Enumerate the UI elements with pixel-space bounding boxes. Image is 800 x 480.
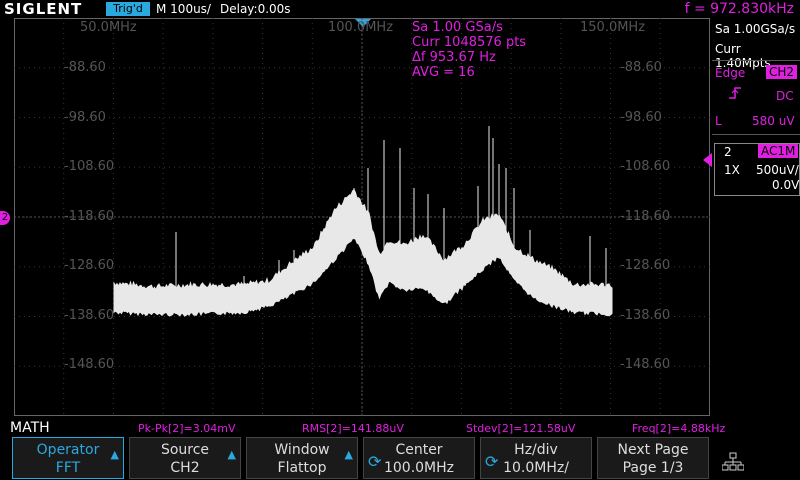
trigger-level-prefix: L <box>715 114 722 128</box>
level-label-left: -88.60 <box>64 60 106 75</box>
channel-select-arrow-icon <box>703 153 712 167</box>
measure-rms: RMS[2]=141.88uV <box>302 422 404 435</box>
divider <box>712 60 800 61</box>
level-label-left: -138.60 <box>64 307 115 323</box>
level-label-right: -138.60 <box>620 307 671 323</box>
fft-sample-rate: Sa 1.00 GSa/s <box>412 20 503 35</box>
level-label-left: -108.60 <box>64 159 115 174</box>
sample-rate-readout: Sa 1.00GSa/s <box>715 22 796 36</box>
timebase-readout: M 100us/ <box>156 2 211 16</box>
volts-per-div: 500uV/ <box>756 163 799 177</box>
channel-offset: 0.0V <box>772 178 800 192</box>
softkey-value: CH2 <box>170 460 200 476</box>
softkey-value: Page 1/3 <box>622 460 684 476</box>
softkey-label: Next Page <box>617 442 689 458</box>
frequency-counter: f = 972.830kHz <box>684 1 794 17</box>
divider <box>712 134 800 135</box>
brand-logo: SIGLENT <box>4 0 83 18</box>
window-softkey[interactable]: Window Flattop ▲ <box>246 437 358 479</box>
level-label-left: -128.60 <box>64 258 115 273</box>
center-softkey[interactable]: ⟳ Center 100.0MHz <box>363 437 475 479</box>
fft-curr-points: Curr 1048576 pts <box>412 35 527 50</box>
softkey-value: Flattop <box>277 460 327 476</box>
trigger-coupling: DC <box>776 89 794 103</box>
level-label-right: -148.60 <box>620 357 671 372</box>
fft-delta-f: Δf 953.67 Hz <box>412 50 496 65</box>
level-label-right: -88.60 <box>620 60 662 75</box>
fft-trace <box>113 188 613 317</box>
rotary-knob-icon: ⟳ <box>485 452 499 471</box>
level-label-left: -98.60 <box>64 109 106 125</box>
freq-label-center: 100.0MHz <box>328 20 394 35</box>
probe-ratio: 1X <box>724 163 740 177</box>
level-label-left: -148.60 <box>64 357 115 372</box>
math-offset-marker[interactable]: 2 <box>0 211 10 225</box>
softkey-label: Operator <box>36 442 100 458</box>
waveform-display[interactable] <box>14 18 710 416</box>
freq-label-right: 150.0MHz <box>580 20 646 35</box>
math-label: MATH <box>10 420 50 436</box>
level-label-right: -108.60 <box>620 159 671 174</box>
trigger-source-badge: CH2 <box>766 65 798 79</box>
arrow-up-icon: ▲ <box>344 448 353 461</box>
level-label-right: -98.60 <box>620 109 662 125</box>
fft-info: Sa 1.00 GSa/s Curr 1048576 pts Δf 953.67… <box>412 20 526 80</box>
arrow-up-icon: ▲ <box>227 448 236 461</box>
softkey-value: FFT <box>55 460 81 476</box>
trigger-status-badge: Trig'd <box>106 2 150 16</box>
measure-pkpk: Pk-Pk[2]=3.04mV <box>138 422 236 435</box>
delay-readout: Delay:0.00s <box>220 2 291 16</box>
channel-coupling-badge: AC1M <box>758 144 799 158</box>
measure-stdev: Stdev[2]=121.58uV <box>466 422 576 435</box>
operator-softkey[interactable]: Operator FFT ▲ <box>12 437 124 479</box>
freq-label-left: 50.0MHz <box>80 20 137 35</box>
rising-edge-icon <box>729 87 741 99</box>
next-page-softkey[interactable]: Next Page Page 1/3 <box>597 437 709 479</box>
softkey-label: Source <box>160 442 210 458</box>
level-label-right: -128.60 <box>620 258 671 273</box>
source-softkey[interactable]: Source CH2 ▲ <box>129 437 241 479</box>
fft-average: AVG = 16 <box>412 65 475 80</box>
trigger-level: 580 uV <box>752 114 795 128</box>
network-icon <box>722 452 744 471</box>
rotary-knob-icon: ⟳ <box>368 452 382 471</box>
level-label-right: -118.60 <box>620 208 671 224</box>
channel-number: 2 <box>724 145 732 159</box>
arrow-up-icon: ▲ <box>110 448 119 461</box>
level-label-left: -118.60 <box>64 208 115 224</box>
hz-per-div-softkey[interactable]: ⟳ Hz/div 10.0MHz/ <box>480 437 592 479</box>
softkey-label: Window <box>274 442 330 458</box>
trigger-type: Edge <box>715 66 746 80</box>
measure-freq: Freq[2]=4.88kHz <box>632 422 726 435</box>
